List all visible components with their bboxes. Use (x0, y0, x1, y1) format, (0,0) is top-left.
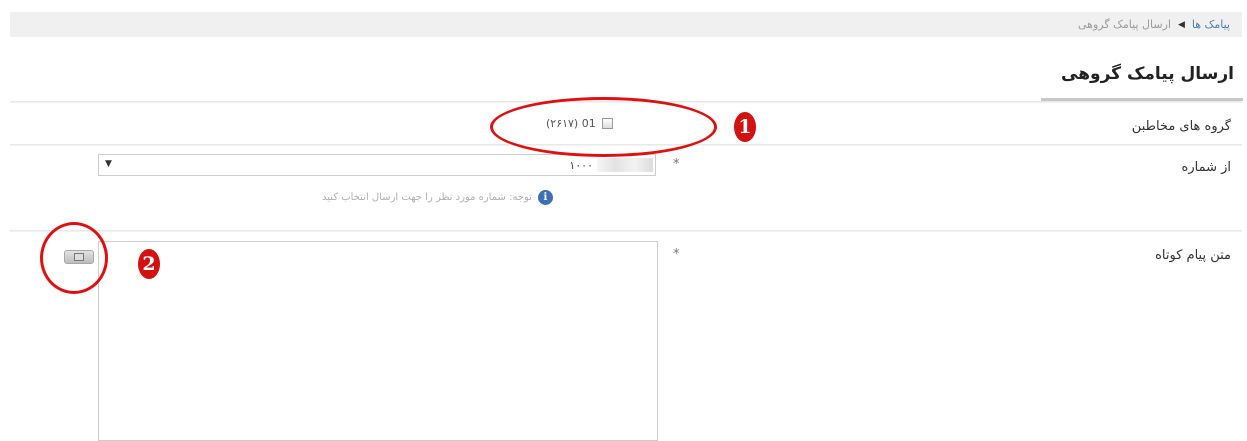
blurred-number-prefix (597, 158, 653, 172)
annotation-ellipse-2 (40, 222, 108, 294)
breadcrumb: پیامک ها ◀ ارسال پیامک گروهی (10, 12, 1242, 37)
message-text-label: متن پیام کوتاه (1155, 248, 1231, 263)
info-icon: i (537, 190, 553, 205)
annotation-ellipse-1 (490, 97, 717, 157)
annotation-badge-2: 2 (138, 249, 160, 279)
annotation-badge-1: 1 (734, 112, 756, 142)
message-textarea[interactable] (98, 241, 658, 441)
required-marker: * (673, 247, 680, 262)
contact-groups-label: گروه های مخاطبن (1131, 119, 1231, 134)
required-marker: * (673, 157, 680, 172)
from-number-hint-text: توجه: شماره مورد نظر را جهت ارسال انتخاب… (322, 192, 532, 203)
page-title: ارسال پیامک گروهی (1061, 64, 1234, 84)
chevron-down-icon: ▼ (105, 159, 112, 169)
from-number-label: از شماره (1181, 160, 1231, 175)
breadcrumb-link-sms[interactable]: پیامک ها (1192, 18, 1230, 31)
row-divider (10, 230, 1242, 232)
from-number-value: ۱۰۰۰ (569, 159, 593, 172)
breadcrumb-separator-icon: ◀ (1177, 19, 1185, 30)
breadcrumb-current: ارسال پیامک گروهی (1077, 18, 1171, 31)
from-number-select[interactable]: ▼ ۱۰۰۰ (98, 154, 656, 176)
from-number-hint: i توجه: شماره مورد نظر را جهت ارسال انتخ… (322, 190, 553, 205)
